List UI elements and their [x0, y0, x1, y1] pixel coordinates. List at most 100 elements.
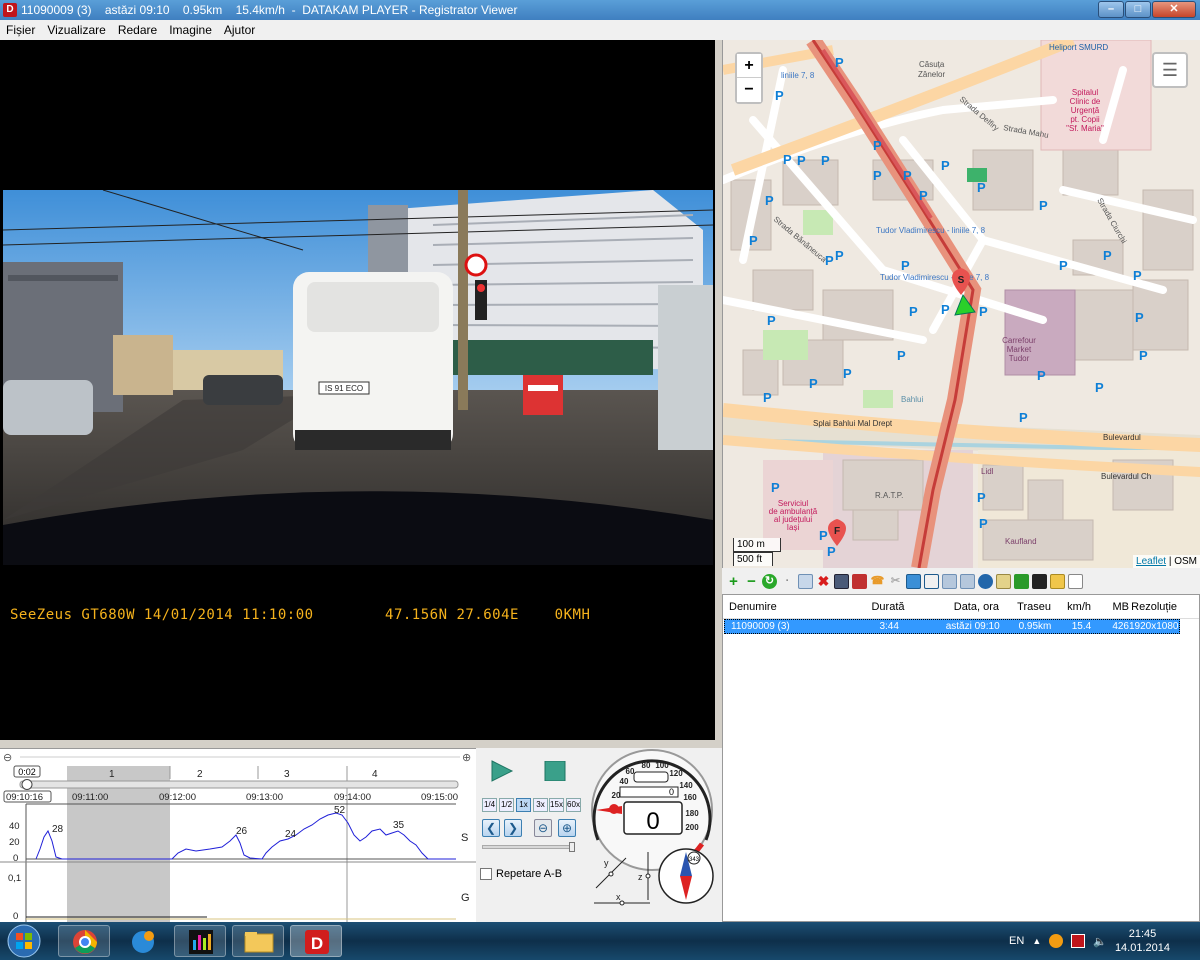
segment-1[interactable]: 1	[109, 769, 115, 780]
add-image-icon[interactable]	[906, 573, 921, 589]
tray-b-icon[interactable]	[1071, 934, 1086, 948]
chrome-taskbar-button[interactable]	[58, 925, 110, 957]
col-denumire[interactable]: Denumire	[723, 601, 847, 613]
speed-tick-40: 40	[620, 777, 629, 786]
scrub-bar[interactable]	[19, 780, 459, 789]
menu-redare[interactable]: Redare	[118, 23, 157, 37]
no-turn-sign	[464, 253, 488, 277]
key-icon[interactable]: ☎	[870, 574, 885, 589]
table-row[interactable]: 11090009 (3) 3:44 astăzi 09:10 0.95km 15…	[724, 619, 1180, 634]
volume-slider[interactable]	[482, 845, 574, 849]
notes-icon[interactable]	[1068, 573, 1083, 589]
svg-text:P: P	[835, 248, 844, 263]
camera-icon[interactable]	[852, 573, 867, 589]
folder-icon[interactable]	[1050, 573, 1065, 589]
axis-x-label: x	[616, 892, 621, 902]
zoom-in-video-button[interactable]: ⊕	[558, 819, 576, 837]
video-player[interactable]: IS 91 ECO SeeZeus GT680W 14/01/2014 11:1…	[0, 40, 715, 740]
play-icon[interactable]	[490, 760, 514, 782]
volume-thumb[interactable]	[569, 842, 575, 852]
ie-taskbar-button[interactable]	[116, 925, 168, 957]
delete-icon[interactable]: ✖	[816, 573, 831, 589]
copy-icon[interactable]	[798, 573, 813, 589]
speed-1x[interactable]: 1x	[516, 798, 531, 812]
layers-button[interactable]: ☰	[1152, 52, 1188, 88]
minimize-button[interactable]: –	[1098, 1, 1124, 18]
tray-app-icon[interactable]	[1049, 934, 1064, 948]
speed-quarter[interactable]: 1/4	[482, 798, 497, 812]
cell-mb: 426	[1112, 621, 1129, 632]
leaflet-link[interactable]: Leaflet	[1136, 556, 1166, 567]
zoom-out-timeline-icon[interactable]: ⊖	[3, 752, 12, 764]
zoom-in-button[interactable]: +	[737, 54, 761, 78]
stop-icon[interactable]	[544, 761, 566, 781]
file-toolbar: + − ↻ · ✖ ☎ ✂	[722, 568, 1200, 594]
segment-3[interactable]: 3	[284, 769, 290, 780]
col-durata[interactable]: Durată	[847, 601, 929, 613]
menu-ajutor[interactable]: Ajutor	[224, 23, 255, 37]
start-button[interactable]	[4, 922, 44, 960]
map-label-carrefour-2: Market	[1007, 345, 1032, 354]
speed-3x[interactable]: 3x	[533, 798, 548, 812]
remove-file-icon[interactable]: −	[744, 574, 759, 589]
add-file-icon[interactable]: +	[726, 574, 741, 589]
zoom-out-button[interactable]: −	[737, 78, 761, 102]
svg-text:P: P	[979, 516, 988, 531]
osd-gps-speed: 47.156N 27.604E 0KMH	[385, 607, 591, 623]
repeat-ab-checkbox[interactable]	[480, 868, 492, 880]
document-icon[interactable]	[996, 573, 1011, 589]
media-app-taskbar-button[interactable]	[174, 925, 226, 957]
speed-15x[interactable]: 15x	[549, 798, 564, 812]
menu-vizualizare[interactable]: Vizualizare	[47, 23, 105, 37]
scrub-handle[interactable]	[21, 779, 33, 790]
speed-60x[interactable]: 60x	[566, 798, 581, 812]
scissors-icon[interactable]: ✂	[888, 574, 903, 589]
globe-icon[interactable]	[978, 573, 993, 589]
map-label-ratp: R.A.T.P.	[875, 491, 903, 500]
start-time: 09:10:16	[6, 792, 43, 803]
previous-frame-button[interactable]: ❮	[482, 819, 500, 837]
datakam-taskbar-button[interactable]: D	[290, 925, 342, 957]
menu-imagine[interactable]: Imagine	[169, 23, 212, 37]
col-rezolutie[interactable]: Rezoluție	[1129, 601, 1179, 613]
map-label-carrefour-1: Carrefour	[1002, 336, 1036, 345]
speed-half[interactable]: 1/2	[499, 798, 514, 812]
osm-attribution: | OSM	[1166, 556, 1197, 567]
segment-4[interactable]: 4	[372, 769, 378, 780]
language-indicator[interactable]: EN	[1009, 935, 1024, 947]
timeline-panel[interactable]: ⊖ ⊕ 1 2 3 4 0:02 09:10:16 09:11:00 09:12…	[0, 748, 476, 922]
volume-icon[interactable]: 🔈	[1093, 935, 1107, 948]
close-button[interactable]: ✕	[1152, 1, 1196, 18]
selected-segment[interactable]	[67, 766, 170, 922]
speed-graph: ⊖ ⊕ 1 2 3 4 0:02 09:10:16 09:11:00 09:12…	[0, 749, 476, 922]
s-axis-label: S	[461, 832, 468, 844]
save-icon[interactable]	[834, 573, 849, 589]
windows-icon[interactable]	[942, 573, 957, 589]
export-icon[interactable]	[1014, 573, 1029, 589]
crop-icon[interactable]	[924, 573, 939, 589]
col-data-ora[interactable]: Data, ora	[929, 601, 999, 613]
explorer-taskbar-button[interactable]	[232, 925, 284, 957]
speed-tick-100: 100	[655, 761, 669, 770]
film-icon[interactable]	[1032, 573, 1047, 589]
clock[interactable]: 21:45 14.01.2014	[1115, 927, 1170, 955]
refresh-icon[interactable]: ↻	[762, 573, 777, 589]
zoom-in-timeline-icon[interactable]: ⊕	[462, 752, 471, 764]
menu-fisier[interactable]: Fișier	[6, 23, 35, 37]
next-frame-button[interactable]: ❯	[504, 819, 522, 837]
maximize-button[interactable]: □	[1125, 1, 1151, 18]
segment-2[interactable]: 2	[197, 769, 203, 780]
zoom-out-video-button[interactable]: ⊖	[534, 819, 552, 837]
slides-icon[interactable]	[960, 573, 975, 589]
compass-heading: 343	[689, 857, 700, 863]
col-kmh[interactable]: km/h	[1051, 601, 1091, 613]
col-traseu[interactable]: Traseu	[999, 601, 1051, 613]
app-icon[interactable]: D	[3, 3, 17, 17]
svg-text:P: P	[1135, 310, 1144, 325]
route-map[interactable]: Heliport SMURD Căsuța Zânelor Spitalul C…	[722, 40, 1200, 568]
col-mb[interactable]: MB	[1091, 601, 1130, 613]
map-label-carrefour-3: Tudor	[1009, 354, 1030, 363]
tray-expand-icon[interactable]: ▲	[1032, 936, 1041, 946]
layers-icon: ☰	[1161, 60, 1179, 80]
title-bar: D 11090009 (3) astăzi 09:10 0.95km 15.4k…	[0, 0, 1200, 20]
